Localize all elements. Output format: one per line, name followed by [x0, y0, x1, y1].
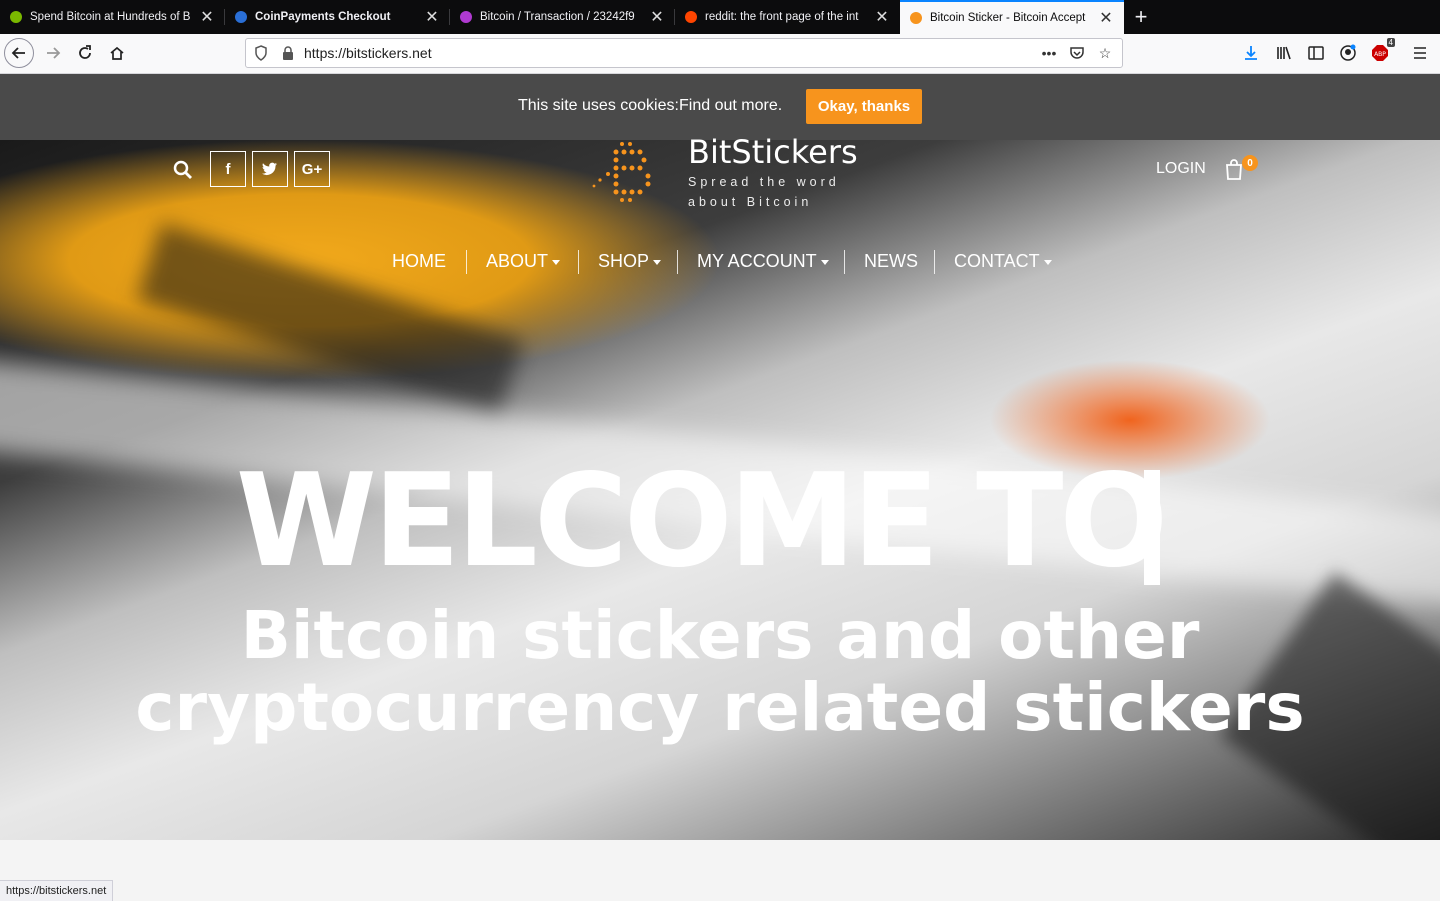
new-tab-button[interactable]: +	[1128, 4, 1154, 30]
account-icon	[1340, 44, 1356, 61]
forward-arrow-icon	[47, 47, 61, 59]
back-button[interactable]	[4, 38, 34, 68]
menu-item-contact[interactable]: CONTACT	[954, 251, 1052, 272]
tab-title: Bitcoin Sticker - Bitcoin Accept	[930, 12, 1086, 24]
menu-item-news[interactable]: NEWS	[864, 251, 918, 272]
navigation-toolbar: https://bitstickers.net ••• ☆ ABP 4	[0, 34, 1440, 74]
addon-count-badge: 4	[1386, 38, 1395, 47]
tab-strip: Spend Bitcoin at Hundreds of B ✕ CoinPay…	[0, 0, 1440, 34]
lock-icon[interactable]	[282, 45, 294, 66]
caret-down-icon	[552, 259, 561, 265]
typing-cursor	[1144, 470, 1160, 585]
tab-favicon-icon	[10, 11, 22, 23]
tab-close-icon[interactable]: ✕	[874, 9, 890, 26]
sidebar-icon	[1308, 46, 1324, 60]
tab-title: reddit: the front page of the int	[705, 11, 859, 23]
google-plus-link[interactable]: G+	[294, 151, 330, 187]
tab-favicon-icon	[910, 12, 922, 24]
cookie-find-out-more-link[interactable]: Find out more.	[679, 97, 782, 115]
svg-text:ABP: ABP	[1374, 51, 1386, 58]
twitter-icon	[262, 162, 277, 175]
facebook-link[interactable]: f	[210, 151, 246, 187]
site-brand-name[interactable]: BitStickers	[688, 133, 858, 171]
menu-item-about[interactable]: ABOUT	[486, 251, 561, 272]
tab-close-icon[interactable]: ✕	[199, 9, 215, 26]
hamburger-icon	[1414, 47, 1426, 59]
caret-down-icon	[653, 259, 662, 265]
back-arrow-icon	[11, 47, 25, 59]
browser-tab[interactable]: Spend Bitcoin at Hundreds of B ✕	[0, 0, 225, 34]
url-text[interactable]: https://bitstickers.net	[304, 45, 432, 61]
caret-down-icon	[1043, 259, 1052, 265]
tab-close-icon[interactable]: ✕	[424, 9, 440, 26]
menu-divider	[844, 250, 845, 274]
library-icon	[1277, 46, 1291, 60]
browser-tab[interactable]: Bitcoin / Transaction / 23242f9 ✕	[450, 0, 675, 34]
menu-divider	[466, 250, 467, 274]
library-button[interactable]	[1269, 38, 1299, 68]
tab-title: Spend Bitcoin at Hundreds of B	[30, 11, 191, 23]
forward-button[interactable]	[38, 38, 68, 68]
twitter-link[interactable]	[252, 151, 288, 187]
home-button[interactable]	[102, 38, 132, 68]
pocket-icon[interactable]	[1066, 43, 1088, 63]
hero-headline: WELCOME TO	[235, 447, 1168, 596]
home-icon	[110, 46, 124, 60]
reload-button[interactable]	[70, 38, 100, 68]
page-actions-icon[interactable]: •••	[1038, 43, 1060, 63]
hero-subheadline: Bitcoin stickers and other cryptocurrenc…	[0, 600, 1440, 744]
search-icon[interactable]	[173, 160, 193, 180]
menu-button[interactable]	[1405, 38, 1435, 68]
facebook-icon: f	[225, 160, 231, 178]
menu-divider	[677, 250, 678, 274]
tab-favicon-icon	[685, 11, 697, 23]
cookie-accept-button[interactable]: Okay, thanks	[806, 89, 922, 124]
menu-item-shop[interactable]: SHOP	[598, 251, 662, 272]
download-icon	[1245, 46, 1257, 60]
browser-tab[interactable]: CoinPayments Checkout ✕	[225, 0, 450, 34]
hero-subheadline-line-1: Bitcoin stickers and other	[240, 597, 1200, 674]
adblock-extension-button[interactable]: ABP 4	[1365, 38, 1395, 68]
cart-count-badge: 0	[1242, 155, 1258, 171]
sidebar-button[interactable]	[1301, 38, 1331, 68]
menu-divider	[934, 250, 935, 274]
tab-close-icon[interactable]: ✕	[649, 9, 665, 26]
hero-subheadline-line-2: cryptocurrency related stickers	[135, 669, 1305, 746]
tracking-shield-icon[interactable]	[254, 45, 268, 66]
reload-icon	[79, 45, 91, 59]
caret-down-icon	[820, 259, 829, 265]
cookie-message: This site uses cookies:	[518, 97, 679, 114]
site-tagline: Spread the word about Bitcoin	[688, 175, 840, 209]
downloads-button[interactable]	[1236, 38, 1266, 68]
bitstickers-logo-icon[interactable]	[592, 140, 660, 204]
menu-divider	[578, 250, 579, 274]
menu-item-my-account[interactable]: MY ACCOUNT	[697, 251, 829, 272]
google-plus-icon: G+	[301, 160, 323, 178]
login-link[interactable]: LOGIN	[1156, 160, 1206, 178]
tab-title: CoinPayments Checkout	[255, 11, 391, 23]
bookmark-star-icon[interactable]: ☆	[1094, 43, 1116, 63]
tab-favicon-icon	[235, 11, 247, 23]
browser-status-bar: https://bitstickers.net	[0, 880, 114, 901]
menu-item-home[interactable]: HOME	[392, 251, 446, 272]
shopping-bag-icon[interactable]	[1224, 158, 1244, 180]
browser-tab[interactable]: reddit: the front page of the int ✕	[675, 0, 900, 34]
adblock-icon: ABP	[1372, 45, 1388, 61]
tab-close-icon[interactable]: ✕	[1098, 10, 1114, 27]
tab-title: Bitcoin / Transaction / 23242f9	[480, 11, 635, 23]
browser-tab-active[interactable]: Bitcoin Sticker - Bitcoin Accept ✕	[900, 0, 1124, 34]
account-button[interactable]	[1333, 38, 1363, 68]
tab-favicon-icon	[460, 11, 472, 23]
cookie-banner: This site uses cookies: Find out more. O…	[0, 74, 1440, 140]
address-bar[interactable]: https://bitstickers.net ••• ☆	[245, 38, 1123, 68]
